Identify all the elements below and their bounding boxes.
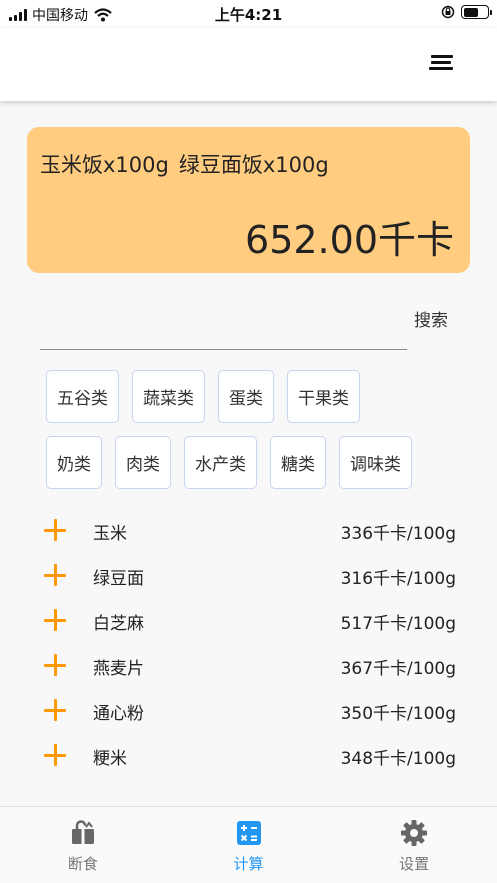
add-icon[interactable] (44, 564, 66, 586)
nav-label: 断食 (67, 855, 98, 873)
add-icon[interactable] (44, 699, 66, 721)
lock-gift-icon (71, 820, 94, 844)
category-row: 五谷类 蔬菜类 蛋类 干果类 (46, 370, 360, 423)
app-bar (0, 28, 497, 101)
category-seafood[interactable]: 水产类 (184, 436, 257, 489)
list-item: 粳米 348千卡/100g (0, 734, 497, 779)
category-nuts[interactable]: 干果类 (287, 370, 360, 423)
food-name: 玉米 (93, 524, 127, 544)
food-name: 粳米 (93, 749, 127, 769)
food-name: 绿豆面 (93, 569, 144, 589)
food-name: 通心粉 (93, 704, 144, 724)
gear-icon (401, 820, 428, 846)
food-calories: 316千卡/100g (340, 569, 456, 589)
add-icon[interactable] (44, 744, 66, 766)
food-calories: 348千卡/100g (340, 749, 456, 769)
search-button[interactable]: 搜索 (414, 306, 448, 331)
selected-foods: 玉米饭x100g 绿豆面饭x100g (40, 149, 329, 179)
nav-calculate[interactable]: 计算 (166, 807, 332, 883)
add-icon[interactable] (44, 654, 66, 676)
list-item: 通心粉 350千卡/100g (0, 689, 497, 734)
category-grains[interactable]: 五谷类 (46, 370, 119, 423)
battery-icon (461, 5, 492, 19)
status-bar: 中国移动 上午4:21 (0, 0, 497, 28)
status-time: 上午4:21 (214, 6, 283, 24)
category-meat[interactable]: 肉类 (115, 436, 171, 489)
add-icon[interactable] (44, 519, 66, 541)
nav-label: 设置 (399, 855, 430, 873)
food-name: 白芝麻 (93, 614, 144, 634)
nav-label: 计算 (233, 855, 264, 873)
list-item: 燕麦片 367千卡/100g (0, 644, 497, 689)
food-calories: 517千卡/100g (340, 614, 456, 634)
category-row: 奶类 肉类 水产类 糖类 调味类 (46, 436, 412, 489)
calculator-icon (236, 821, 261, 845)
nav-settings[interactable]: 设置 (331, 807, 497, 883)
total-calories: 652.00千卡 (245, 218, 454, 262)
nav-fasting[interactable]: 断食 (0, 807, 166, 883)
category-seasoning[interactable]: 调味类 (339, 436, 412, 489)
selected-food: 玉米饭x100g (40, 153, 169, 177)
summary-card: 玉米饭x100g 绿豆面饭x100g 652.00千卡 (27, 127, 470, 273)
search-input[interactable] (40, 300, 407, 350)
selected-food: 绿豆面饭x100g (178, 153, 329, 177)
orientation-lock-icon (441, 5, 455, 19)
category-dairy[interactable]: 奶类 (46, 436, 102, 489)
food-name: 燕麦片 (93, 659, 144, 679)
category-eggs[interactable]: 蛋类 (218, 370, 274, 423)
food-calories: 367千卡/100g (340, 659, 456, 679)
add-icon[interactable] (44, 609, 66, 631)
category-vegetables[interactable]: 蔬菜类 (132, 370, 205, 423)
list-item: 白芝麻 517千卡/100g (0, 599, 497, 644)
list-item: 玉米 336千卡/100g (0, 509, 497, 554)
battery-level (463, 7, 479, 17)
menu-icon[interactable] (427, 53, 453, 73)
list-item: 绿豆面 316千卡/100g (0, 554, 497, 599)
food-list: 玉米 336千卡/100g 绿豆面 316千卡/100g 白芝麻 517千卡/1… (0, 509, 497, 779)
bottom-nav: 断食 计算 设置 (0, 806, 497, 883)
food-calories: 350千卡/100g (340, 704, 456, 724)
category-sugar[interactable]: 糖类 (270, 436, 326, 489)
status-right (441, 5, 492, 19)
food-calories: 336千卡/100g (340, 524, 456, 544)
